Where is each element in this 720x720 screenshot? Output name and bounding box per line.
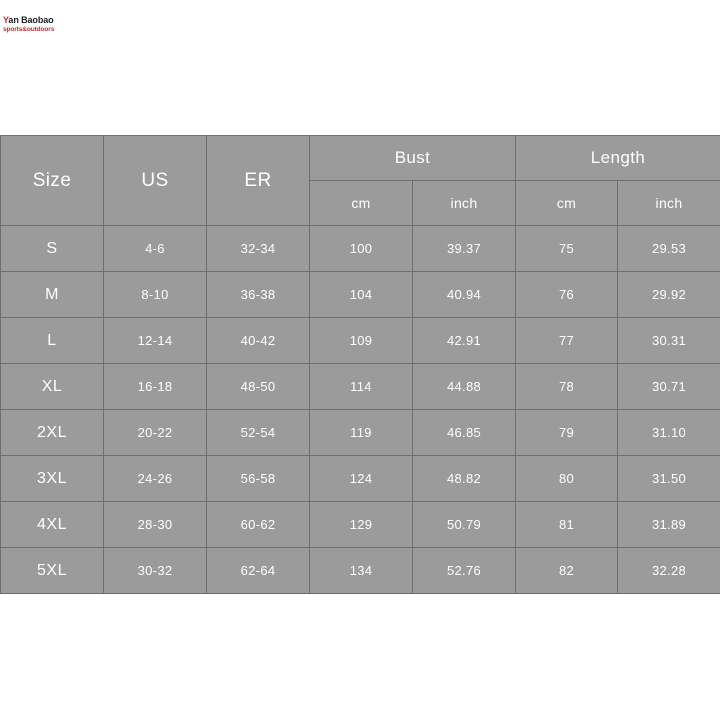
cell-er: 52-54 <box>206 409 310 456</box>
cell-er: 48-50 <box>206 363 310 410</box>
cell-bust-cm: 109 <box>309 317 413 364</box>
header-length-inch: inch <box>617 180 720 226</box>
cell-er: 36-38 <box>206 271 310 318</box>
cell-length-inch: 31.89 <box>617 501 720 548</box>
header-length-cm: cm <box>515 180 618 226</box>
cell-size: S <box>0 225 104 272</box>
cell-bust-inch: 52.76 <box>412 547 516 594</box>
cell-size: 2XL <box>0 409 104 456</box>
cell-length-cm: 82 <box>515 547 618 594</box>
cell-bust-inch: 44.88 <box>412 363 516 410</box>
cell-bust-cm: 104 <box>309 271 413 318</box>
brand-tagline: sports&outdoors <box>3 26 55 33</box>
cell-length-inch: 31.50 <box>617 455 720 502</box>
cell-er: 60-62 <box>206 501 310 548</box>
cell-length-inch: 29.53 <box>617 225 720 272</box>
cell-size: M <box>0 271 104 318</box>
cell-us: 8-10 <box>103 271 207 318</box>
cell-bust-cm: 100 <box>309 225 413 272</box>
cell-us: 24-26 <box>103 455 207 502</box>
header-size: Size <box>0 135 104 226</box>
header-bust-cm: cm <box>309 180 413 226</box>
cell-er: 32-34 <box>206 225 310 272</box>
cell-bust-cm: 129 <box>309 501 413 548</box>
cell-size: XL <box>0 363 104 410</box>
cell-length-inch: 30.31 <box>617 317 720 364</box>
cell-er: 56-58 <box>206 455 310 502</box>
header-bust: Bust <box>309 135 516 181</box>
cell-length-cm: 81 <box>515 501 618 548</box>
table-row: XL 16-18 48-50 114 44.88 78 30.71 <box>0 363 720 410</box>
cell-length-inch: 31.10 <box>617 409 720 456</box>
cell-length-cm: 80 <box>515 455 618 502</box>
table-row: 4XL 28-30 60-62 129 50.79 81 31.89 <box>0 501 720 548</box>
brand-name: Yan Baobao <box>3 16 123 25</box>
cell-bust-cm: 119 <box>309 409 413 456</box>
header-length: Length <box>515 135 720 181</box>
cell-size: 3XL <box>0 455 104 502</box>
header-bust-inch: inch <box>412 180 516 226</box>
cell-length-cm: 79 <box>515 409 618 456</box>
header-row-primary: Size US ER Bust Length <box>0 135 720 226</box>
table-row: M 8-10 36-38 104 40.94 76 29.92 <box>0 271 720 318</box>
cell-er: 40-42 <box>206 317 310 364</box>
cell-length-inch: 29.92 <box>617 271 720 318</box>
cell-size: 5XL <box>0 547 104 594</box>
cell-bust-inch: 42.91 <box>412 317 516 364</box>
cell-us: 4-6 <box>103 225 207 272</box>
cell-bust-cm: 114 <box>309 363 413 410</box>
brand-logo: Yan Baobao sports&outdoors <box>3 16 123 34</box>
table-row: L 12-14 40-42 109 42.91 77 30.31 <box>0 317 720 364</box>
cell-length-cm: 77 <box>515 317 618 364</box>
table-row: 2XL 20-22 52-54 119 46.85 79 31.10 <box>0 409 720 456</box>
cell-bust-cm: 124 <box>309 455 413 502</box>
header-us: US <box>103 135 207 226</box>
cell-bust-inch: 39.37 <box>412 225 516 272</box>
size-chart-body: S 4-6 32-34 100 39.37 75 29.53 M 8-10 36-38 104 40.… <box>0 225 720 594</box>
cell-us: 20-22 <box>103 409 207 456</box>
cell-bust-inch: 40.94 <box>412 271 516 318</box>
brand-name-rest: an Baobao <box>8 15 54 25</box>
cell-us: 28-30 <box>103 501 207 548</box>
cell-length-inch: 30.71 <box>617 363 720 410</box>
cell-length-cm: 76 <box>515 271 618 318</box>
size-chart-table: Size US ER Bust Length cm inch cm inch S… <box>0 135 720 594</box>
size-chart-header: Size US ER Bust Length cm inch cm inch <box>0 135 720 226</box>
cell-er: 62-64 <box>206 547 310 594</box>
cell-bust-inch: 48.82 <box>412 455 516 502</box>
cell-bust-cm: 134 <box>309 547 413 594</box>
table-row: 5XL 30-32 62-64 134 52.76 82 32.28 <box>0 547 720 594</box>
cell-bust-inch: 46.85 <box>412 409 516 456</box>
cell-length-inch: 32.28 <box>617 547 720 594</box>
cell-us: 12-14 <box>103 317 207 364</box>
table-row: S 4-6 32-34 100 39.37 75 29.53 <box>0 225 720 272</box>
header-er: ER <box>206 135 310 226</box>
table-row: 3XL 24-26 56-58 124 48.82 80 31.50 <box>0 455 720 502</box>
cell-size: L <box>0 317 104 364</box>
cell-length-cm: 78 <box>515 363 618 410</box>
cell-bust-inch: 50.79 <box>412 501 516 548</box>
cell-length-cm: 75 <box>515 225 618 272</box>
cell-us: 30-32 <box>103 547 207 594</box>
cell-size: 4XL <box>0 501 104 548</box>
cell-us: 16-18 <box>103 363 207 410</box>
